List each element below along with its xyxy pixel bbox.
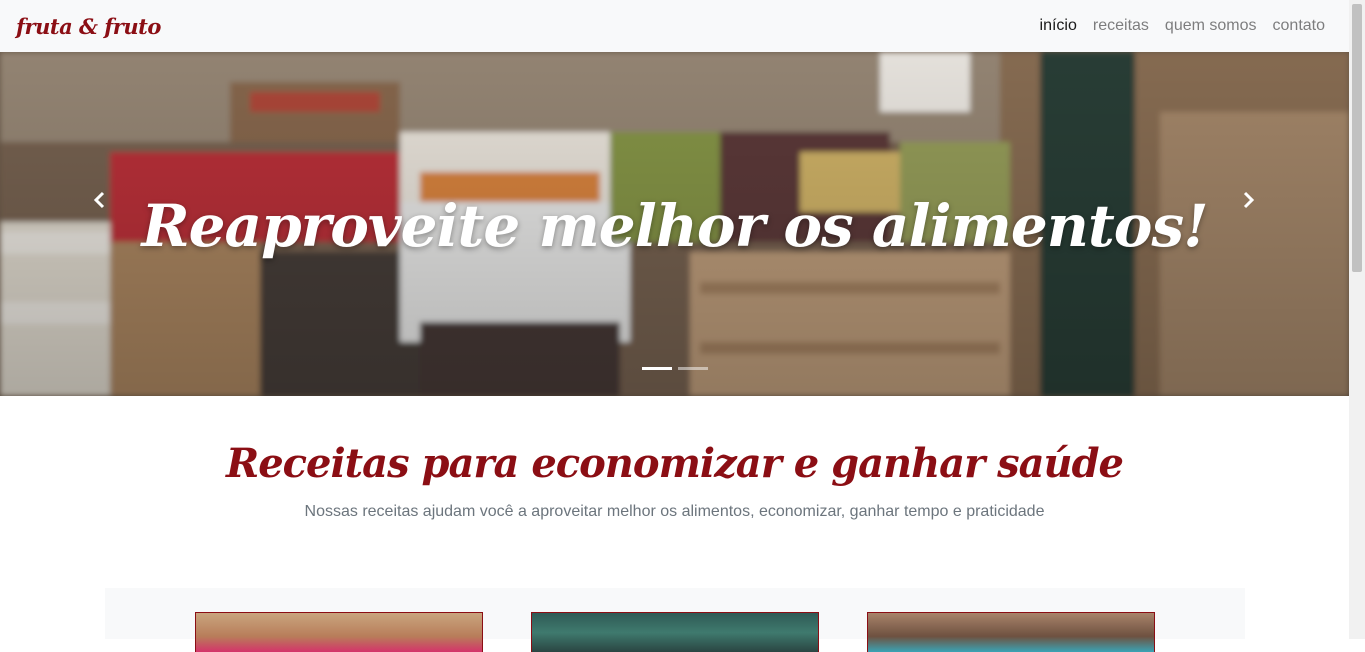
chevron-left-icon [93, 191, 105, 209]
brand-logo[interactable]: fruta & fruto [16, 14, 161, 39]
recipe-card-2[interactable] [531, 612, 819, 652]
nav-link-receitas[interactable]: receitas [1093, 17, 1149, 35]
section-title: Receitas para economizar e ganhar saúde [225, 440, 1124, 487]
nav-link-contato[interactable]: contato [1273, 17, 1325, 35]
scrollbar-thumb[interactable] [1352, 4, 1362, 272]
carousel-caption: Reaproveite melhor os alimentos! [141, 192, 1208, 260]
chevron-right-icon [1243, 191, 1255, 209]
recipe-cards-area [105, 588, 1245, 652]
navbar: fruta & fruto início receitas quem somos… [0, 0, 1349, 52]
carousel-indicator-1[interactable] [642, 367, 672, 370]
carousel-next-button[interactable] [1228, 180, 1268, 220]
nav-link-inicio[interactable]: início [1040, 17, 1077, 35]
carousel-indicator-2[interactable] [678, 367, 708, 370]
page-scrollbar[interactable] [1349, 0, 1365, 639]
recipe-card-3[interactable] [867, 612, 1155, 652]
hero-carousel: Reaproveite melhor os alimentos! [0, 52, 1349, 396]
carousel-prev-button[interactable] [80, 180, 120, 220]
recipe-card-1[interactable] [195, 612, 483, 652]
nav-link-quem-somos[interactable]: quem somos [1165, 17, 1257, 35]
carousel-indicators [642, 367, 708, 370]
nav-links: início receitas quem somos contato [1040, 17, 1325, 35]
section-subtitle: Nossas receitas ajudam você a aproveitar… [304, 503, 1045, 520]
